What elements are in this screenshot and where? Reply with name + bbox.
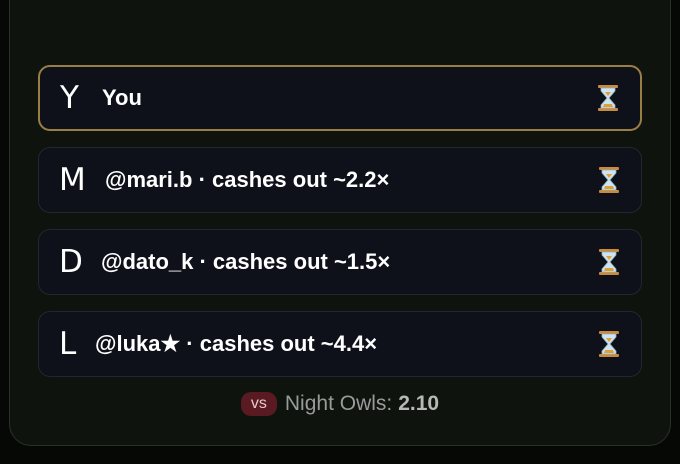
opponent-score: 2.10 xyxy=(398,392,440,415)
player-avatar-initial: D xyxy=(59,244,83,280)
player-row-mari[interactable]: M @mari.b · cashes out ~2.2× xyxy=(38,147,642,213)
hourglass-icon xyxy=(599,249,619,275)
player-name: @luka★ · cashes out ~4.4× xyxy=(95,331,378,356)
hourglass-icon xyxy=(599,167,619,193)
player-name: You xyxy=(102,85,142,110)
hourglass-icon xyxy=(599,331,619,357)
player-row-luka[interactable]: L @luka★ · cashes out ~4.4× xyxy=(38,311,642,377)
player-row-dato[interactable]: D @dato_k · cashes out ~1.5× xyxy=(38,229,642,295)
hourglass-icon xyxy=(598,85,618,111)
player-avatar-initial: M xyxy=(59,162,86,198)
player-avatar-initial: Y xyxy=(60,80,79,116)
player-name: @dato_k · cashes out ~1.5× xyxy=(101,249,391,274)
opponent-team-name: Night Owls: xyxy=(284,392,393,415)
player-name: @mari.b · cashes out ~2.2× xyxy=(105,167,390,192)
vs-badge: vs xyxy=(240,392,277,416)
player-row-you[interactable]: Y You xyxy=(38,65,642,131)
versus-summary: vs Night Owls: 2.10 xyxy=(0,392,680,416)
